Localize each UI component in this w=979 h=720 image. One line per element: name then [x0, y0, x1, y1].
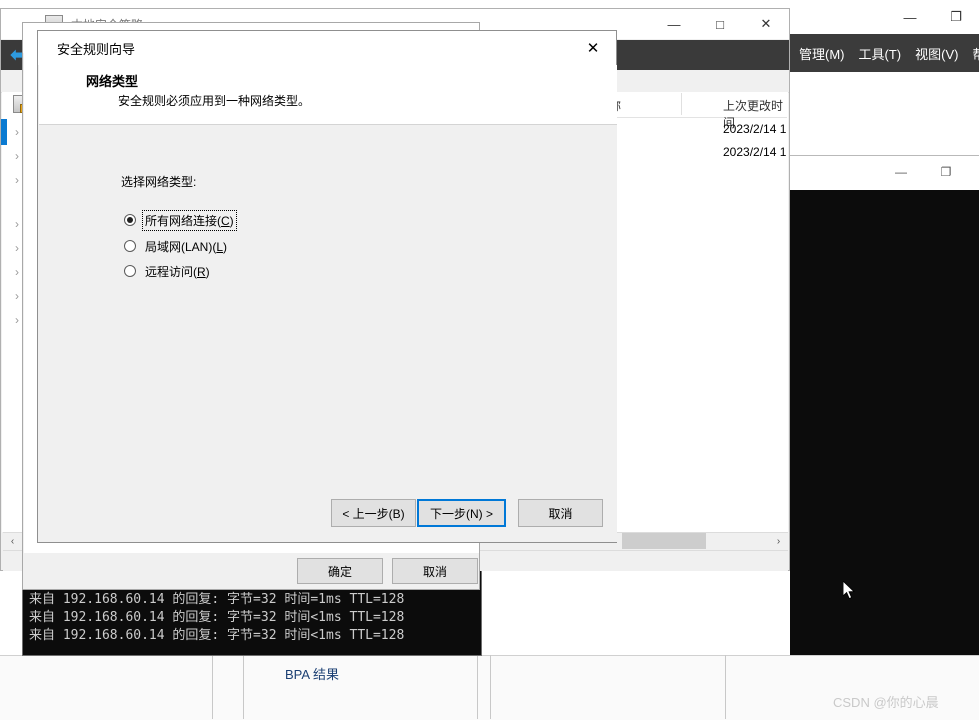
server-manager-maximize-button[interactable]: ❐	[933, 2, 979, 32]
mouse-cursor	[843, 581, 856, 600]
local-security-policy-window-buttons: — □ ✕	[651, 9, 789, 39]
panel-divider	[725, 655, 726, 719]
radio-indicator-selected[interactable]	[124, 214, 136, 226]
cancel-button[interactable]: 取消	[392, 558, 478, 584]
console-line: 来自 192.168.60.14 的回复: 字节=32 时间<1ms TTL=1…	[29, 628, 405, 643]
wizard-cancel-button[interactable]: 取消	[518, 499, 603, 527]
wizard-subtitle: 安全规则必须应用到一种网络类型。	[118, 94, 311, 108]
table-row[interactable]: 2023/2/14 1	[723, 122, 786, 136]
radio-label-lan: 局域网(LAN)(L)	[145, 239, 228, 254]
console-line: 来自 192.168.60.14 的回复: 字节=32 时间=1ms TTL=1…	[29, 592, 405, 607]
bpa-results-label: BPA 结果	[285, 667, 339, 682]
watermark-text: CSDN @你的心晨	[833, 695, 939, 710]
lsp-close-button[interactable]: ✕	[743, 9, 789, 39]
background-window-titlebar: — ❐	[790, 155, 979, 190]
menu-item-manage[interactable]: 管理(M)	[792, 44, 852, 63]
radio-label-all-network-connections: 所有网络连接(C)	[142, 209, 237, 231]
panel-divider	[477, 655, 478, 719]
radio-option-all-network-connections[interactable]: 所有网络连接(C)	[124, 209, 237, 231]
wizard-titlebar: 安全规则向导 ✕	[38, 31, 616, 65]
next-button[interactable]: 下一步(N) >	[417, 499, 506, 527]
server-manager-dark-content	[790, 185, 979, 655]
panel-divider	[243, 655, 244, 719]
column-divider	[681, 93, 682, 115]
tree-selection-indicator	[1, 119, 7, 145]
radio-indicator[interactable]	[124, 240, 136, 252]
server-manager-titlebar: — ❐	[790, 0, 979, 34]
radio-option-lan[interactable]: 局域网(LAN)(L)	[124, 237, 229, 255]
wizard-heading: 网络类型	[86, 74, 139, 89]
wizard-title: 安全规则向导	[57, 41, 136, 57]
server-manager-menubar: 管理(M) 工具(T) 视图(V) 帮助(H)	[790, 34, 979, 72]
security-rule-wizard-dialog: 安全规则向导 ✕ 网络类型 安全规则必须应用到一种网络类型。 选择网络类型: 所…	[37, 30, 617, 543]
scroll-right-arrow-icon[interactable]: ›	[770, 533, 787, 549]
menu-item-tools[interactable]: 工具(T)	[852, 44, 909, 63]
server-manager-minimize-button[interactable]: —	[887, 2, 933, 32]
radio-option-remote-access[interactable]: 远程访问(R)	[124, 262, 212, 280]
ok-button[interactable]: 确定	[297, 558, 383, 584]
background-window-minimize-button[interactable]: —	[886, 158, 916, 186]
lsp-maximize-button[interactable]: □	[697, 9, 743, 39]
console-line: 来自 192.168.60.14 的回复: 字节=32 时间<1ms TTL=1…	[29, 610, 405, 625]
horizontal-scrollbar-thumb[interactable]	[622, 533, 706, 549]
panel-divider	[212, 655, 213, 719]
radio-label-remote-access: 远程访问(R)	[145, 264, 210, 279]
network-type-prompt: 选择网络类型:	[121, 175, 197, 189]
background-window-maximize-button[interactable]: ❐	[931, 158, 961, 186]
lsp-minimize-button[interactable]: —	[651, 9, 697, 39]
table-row[interactable]: 2023/2/14 1	[723, 145, 786, 159]
back-button[interactable]: < 上一步(B)	[331, 499, 416, 527]
menu-item-view[interactable]: 视图(V)	[908, 44, 965, 63]
radio-indicator[interactable]	[124, 265, 136, 277]
panel-divider	[490, 655, 491, 719]
menu-item-help[interactable]: 帮助(H)	[965, 44, 979, 63]
scroll-left-arrow-icon[interactable]: ‹	[4, 533, 21, 549]
close-icon[interactable]: ✕	[570, 31, 616, 65]
